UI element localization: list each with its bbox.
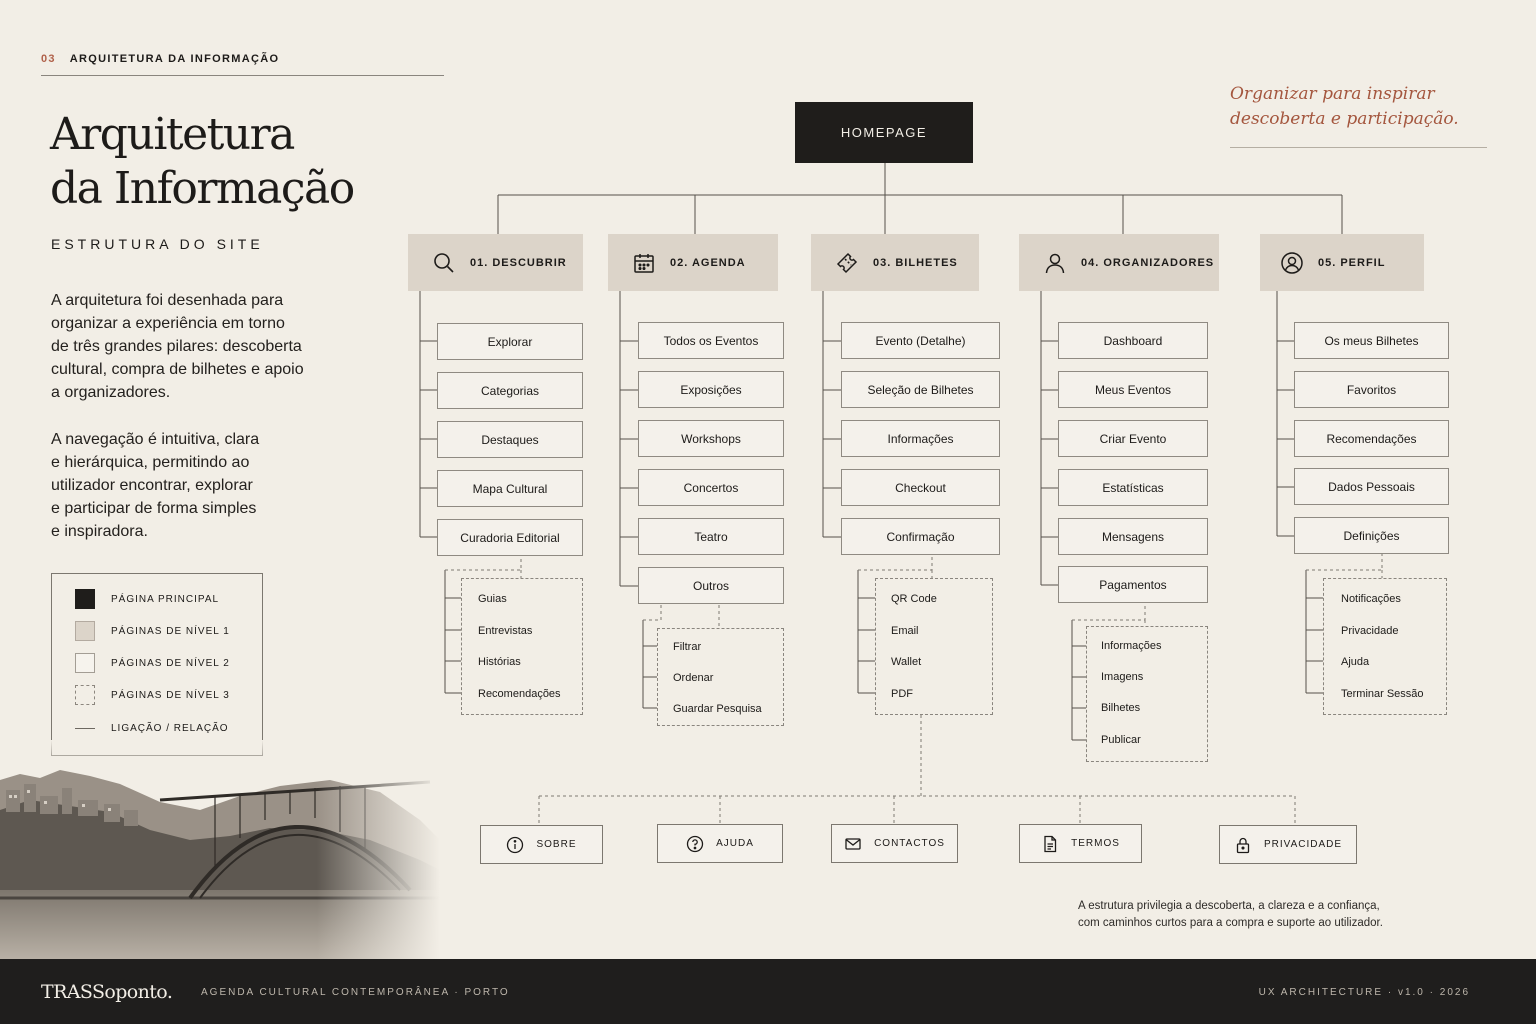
page-workshops[interactable]: Workshops: [638, 420, 784, 457]
page-destaques[interactable]: Destaques: [437, 421, 583, 458]
page-checkout[interactable]: Checkout: [841, 469, 1000, 506]
level3-group-bilhetes: QR Code Email Wallet PDF: [875, 578, 993, 715]
page-evento-detalhe[interactable]: Evento (Detalhe): [841, 322, 1000, 359]
footer-meta: UX ARCHITECTURE · v1.0 · 2026: [1258, 987, 1470, 998]
level3-group-agenda: Filtrar Ordenar Guardar Pesquisa: [657, 628, 784, 726]
page-todos-os-eventos[interactable]: Todos os Eventos: [638, 322, 784, 359]
page-favoritos[interactable]: Favoritos: [1294, 371, 1449, 408]
structure-note: A estrutura privilegia a descoberta, a c…: [1078, 898, 1383, 932]
utility-label: AJUDA: [716, 838, 754, 849]
footer-tagline: AGENDA CULTURAL CONTEMPORÂNEA · PORTO: [201, 987, 510, 998]
utility-sobre[interactable]: SOBRE: [480, 825, 603, 864]
subpage-guardar-pesquisa[interactable]: Guardar Pesquisa: [673, 703, 762, 715]
search-icon: [432, 251, 456, 275]
utility-label: TERMOS: [1071, 838, 1120, 849]
subpage-qr-code[interactable]: QR Code: [891, 593, 937, 605]
subpage-bilhetes[interactable]: Bilhetes: [1101, 702, 1140, 714]
level3-group-organizadores: Informações Imagens Bilhetes Publicar: [1086, 626, 1208, 762]
page-teatro[interactable]: Teatro: [638, 518, 784, 555]
level1-label: 02. AGENDA: [670, 256, 746, 269]
subpage-ordenar[interactable]: Ordenar: [673, 672, 713, 684]
level1-organizadores[interactable]: 04. ORGANIZADORES: [1019, 234, 1219, 291]
footer: TRASSoponto. AGENDA CULTURAL CONTEMPORÂN…: [0, 959, 1536, 1024]
subpage-historias[interactable]: Histórias: [478, 656, 521, 668]
level1-descubrir[interactable]: 01. DESCUBRIR: [408, 234, 583, 291]
utility-label: CONTACTOS: [874, 838, 945, 849]
page-mensagens[interactable]: Mensagens: [1058, 518, 1208, 555]
page-selecao-de-bilhetes[interactable]: Seleção de Bilhetes: [841, 371, 1000, 408]
lock-icon: [1234, 836, 1252, 854]
help-icon: [686, 835, 704, 853]
subpage-recomendacoes[interactable]: Recomendações: [478, 688, 561, 700]
page-dados-pessoais[interactable]: Dados Pessoais: [1294, 468, 1449, 505]
level1-label: 04. ORGANIZADORES: [1081, 256, 1215, 269]
page-outros[interactable]: Outros: [638, 567, 784, 604]
note-line: A estrutura privilegia a descoberta, a c…: [1078, 900, 1380, 912]
mail-icon: [844, 835, 862, 853]
page-recomendacoes[interactable]: Recomendações: [1294, 420, 1449, 457]
page-exposicoes[interactable]: Exposições: [638, 371, 784, 408]
level3-group-descubrir: Guias Entrevistas Histórias Recomendaçõe…: [461, 578, 583, 715]
page-confirmacao[interactable]: Confirmação: [841, 518, 1000, 555]
subpage-publicar[interactable]: Publicar: [1101, 734, 1141, 746]
ticket-icon: [835, 251, 859, 275]
level1-label: 01. DESCUBRIR: [470, 256, 567, 269]
document-icon: [1041, 835, 1059, 853]
subpage-wallet[interactable]: Wallet: [891, 656, 921, 668]
page-concertos[interactable]: Concertos: [638, 469, 784, 506]
utility-privacidade[interactable]: PRIVACIDADE: [1219, 825, 1357, 864]
info-icon: [506, 836, 524, 854]
level1-perfil[interactable]: 05. PERFIL: [1260, 234, 1424, 291]
subpage-entrevistas[interactable]: Entrevistas: [478, 625, 532, 637]
calendar-icon: [632, 251, 656, 275]
utility-contactos[interactable]: CONTACTOS: [831, 824, 958, 863]
subpage-imagens[interactable]: Imagens: [1101, 671, 1143, 683]
subpage-informacoes[interactable]: Informações: [1101, 640, 1162, 652]
page-os-meus-bilhetes[interactable]: Os meus Bilhetes: [1294, 322, 1449, 359]
page-explorar[interactable]: Explorar: [437, 323, 583, 360]
level1-bilhetes[interactable]: 03. BILHETES: [811, 234, 979, 291]
subpage-pdf[interactable]: PDF: [891, 688, 913, 700]
utility-termos[interactable]: TERMOS: [1019, 824, 1142, 863]
page-mapa-cultural[interactable]: Mapa Cultural: [437, 470, 583, 507]
level1-agenda[interactable]: 02. AGENDA: [608, 234, 778, 291]
page-definicoes[interactable]: Definições: [1294, 517, 1449, 554]
subpage-notificacoes[interactable]: Notificações: [1341, 593, 1401, 605]
utility-label: PRIVACIDADE: [1263, 839, 1343, 850]
utility-ajuda[interactable]: AJUDA: [657, 824, 783, 863]
subpage-ajuda[interactable]: Ajuda: [1341, 656, 1369, 668]
profile-icon: [1280, 251, 1304, 275]
page-curadoria-editorial[interactable]: Curadoria Editorial: [437, 519, 583, 556]
page-informacoes[interactable]: Informações: [841, 420, 1000, 457]
page-pagamentos[interactable]: Pagamentos: [1058, 566, 1208, 603]
page-dashboard[interactable]: Dashboard: [1058, 322, 1208, 359]
level1-label: 05. PERFIL: [1318, 256, 1386, 269]
page-criar-evento[interactable]: Criar Evento: [1058, 420, 1208, 457]
level3-group-perfil: Notificações Privacidade Ajuda Terminar …: [1323, 578, 1447, 715]
subpage-email[interactable]: Email: [891, 625, 919, 637]
page-categorias[interactable]: Categorias: [437, 372, 583, 409]
subpage-privacidade[interactable]: Privacidade: [1341, 625, 1398, 637]
subpage-guias[interactable]: Guias: [478, 593, 507, 605]
subpage-filtrar[interactable]: Filtrar: [673, 641, 701, 653]
subpage-terminar-sessao[interactable]: Terminar Sessão: [1341, 688, 1424, 700]
note-line: com caminhos curtos para a compra e supo…: [1078, 917, 1383, 929]
brand-logo[interactable]: TRASSoponto.: [41, 981, 173, 1003]
page-meus-eventos[interactable]: Meus Eventos: [1058, 371, 1208, 408]
page-estatisticas[interactable]: Estatísticas: [1058, 469, 1208, 506]
homepage-node[interactable]: HOMEPAGE: [795, 102, 973, 163]
utility-label: SOBRE: [536, 839, 577, 850]
level1-label: 03. BILHETES: [873, 256, 958, 269]
user-icon: [1043, 251, 1067, 275]
